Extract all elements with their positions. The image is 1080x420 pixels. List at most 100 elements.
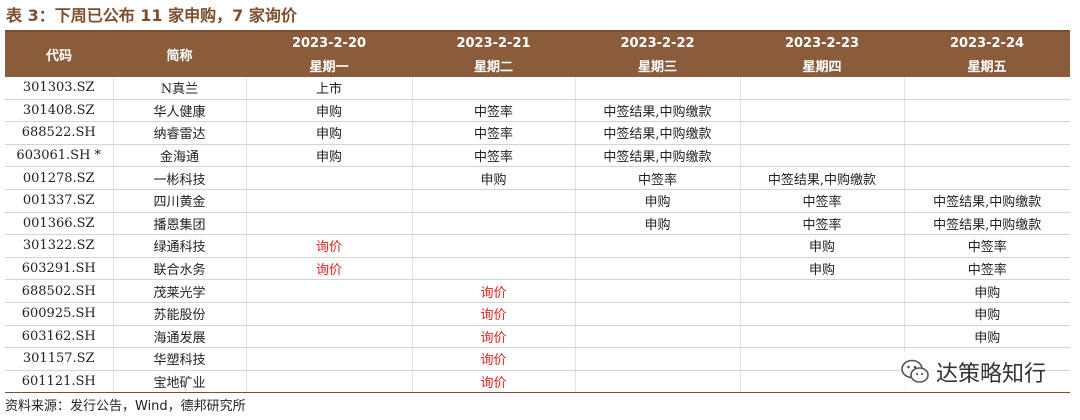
stock-code: 001366.SZ <box>5 212 114 236</box>
schedule-cell: 询价 <box>412 302 576 326</box>
schedule-cell: 中签结果,中购缴款 <box>575 121 741 145</box>
schedule-cell <box>246 370 413 394</box>
header-date: 2023-2-23 <box>740 32 904 55</box>
schedule-cell: 中签率 <box>412 144 576 168</box>
schedule-cell: 申购 <box>740 257 905 281</box>
schedule-cell: 申购 <box>246 144 413 168</box>
stock-code: 301322.SZ <box>5 234 114 258</box>
stock-code: 301303.SZ <box>5 77 114 100</box>
ipo-schedule-table: 代码 简称 2023-2-20 2023-2-21 2023-2-22 2023… <box>5 32 1070 394</box>
stock-name: 海通发展 <box>113 325 247 349</box>
schedule-cell <box>740 302 905 326</box>
schedule-cell <box>412 234 576 258</box>
schedule-cell <box>740 370 905 394</box>
stock-code: 001337.SZ <box>5 189 114 213</box>
stock-code: 688502.SH <box>5 279 114 303</box>
schedule-cell: 询价 <box>412 279 576 303</box>
header-name: 简称 <box>113 32 246 77</box>
schedule-cell: 申购 <box>904 279 1070 303</box>
schedule-cell: 中签率 <box>904 257 1070 281</box>
stock-name: N真兰 <box>113 77 247 100</box>
schedule-cell <box>575 370 741 394</box>
stock-code: 603162.SH <box>5 325 114 349</box>
table-row: 301322.SZ 绿通科技 询价 申购 中签率 <box>5 234 1070 258</box>
stock-name: 联合水务 <box>113 257 247 281</box>
schedule-cell <box>575 347 741 371</box>
header-date: 2023-2-21 <box>412 32 575 55</box>
schedule-cell <box>412 257 576 281</box>
schedule-cell <box>246 166 413 190</box>
schedule-cell <box>904 121 1070 145</box>
header-weekday: 星期五 <box>904 54 1070 77</box>
schedule-cell <box>246 212 413 236</box>
schedule-cell: 询价 <box>412 325 576 349</box>
schedule-cell: 申购 <box>575 189 741 213</box>
schedule-cell <box>412 77 576 100</box>
schedule-cell <box>575 234 741 258</box>
schedule-cell <box>575 257 741 281</box>
stock-name: 绿通科技 <box>113 234 247 258</box>
wechat-icon <box>901 359 929 383</box>
schedule-cell <box>246 189 413 213</box>
schedule-cell: 中签结果,中购缴款 <box>740 166 905 190</box>
schedule-cell <box>412 189 576 213</box>
stock-code: 603291.SH <box>5 257 114 281</box>
schedule-cell <box>246 279 413 303</box>
table-row: 603162.SH 海通发展 询价 申购 <box>5 325 1070 349</box>
header-weekday: 星期一 <box>246 54 412 77</box>
table-row: 603291.SH 联合水务 询价 申购 中签率 <box>5 257 1070 281</box>
schedule-cell <box>246 347 413 371</box>
schedule-cell <box>904 166 1070 190</box>
schedule-cell <box>575 279 741 303</box>
stock-name: 苏能股份 <box>113 302 247 326</box>
schedule-cell <box>575 77 741 100</box>
header-date: 2023-2-24 <box>904 32 1070 55</box>
schedule-cell: 询价 <box>246 234 413 258</box>
watermark-text: 达策略知行 <box>935 362 1046 387</box>
stock-name: 宝地矿业 <box>113 370 247 394</box>
table-row: 301408.SZ 华人健康 申购 中签率 中签结果,中购缴款 <box>5 99 1070 123</box>
table-row: 688522.SH 纳睿雷达 申购 中签率 中签结果,中购缴款 <box>5 121 1070 145</box>
stock-code: 603061.SH * <box>5 144 114 168</box>
stock-code: 601121.SH <box>5 370 114 394</box>
schedule-cell <box>740 347 905 371</box>
schedule-cell: 中签率 <box>575 166 741 190</box>
table-row: 688502.SH 茂莱光学 询价 申购 <box>5 279 1070 303</box>
schedule-cell <box>740 77 905 100</box>
schedule-cell: 中签率 <box>412 121 576 145</box>
schedule-cell <box>740 325 905 349</box>
schedule-cell: 中签结果,中购缴款 <box>904 189 1070 213</box>
schedule-cell: 中签结果,中购缴款 <box>904 212 1070 236</box>
schedule-cell <box>904 144 1070 168</box>
source-note: 资料来源：发行公告，Wind，德邦研究所 <box>5 399 246 414</box>
header-date: 2023-2-22 <box>575 32 740 55</box>
header-date: 2023-2-20 <box>246 32 412 55</box>
schedule-cell <box>740 121 905 145</box>
schedule-cell: 询价 <box>246 257 413 281</box>
header-code: 代码 <box>5 32 113 77</box>
schedule-cell <box>246 325 413 349</box>
stock-name: 纳睿雷达 <box>113 121 247 145</box>
stock-name: 四川黄金 <box>113 189 247 213</box>
stock-code: 001278.SZ <box>5 166 114 190</box>
header-weekday: 星期二 <box>412 54 575 77</box>
schedule-cell: 申购 <box>412 166 576 190</box>
stock-code: 688522.SH <box>5 121 114 145</box>
stock-code: 301408.SZ <box>5 99 114 123</box>
schedule-cell: 中签率 <box>904 234 1070 258</box>
table-row: 600925.SH 苏能股份 询价 申购 <box>5 302 1070 326</box>
stock-name: 华塑科技 <box>113 347 247 371</box>
stock-name: 金海通 <box>113 144 247 168</box>
schedule-cell <box>904 99 1070 123</box>
header-row-dates: 代码 简称 2023-2-20 2023-2-21 2023-2-22 2023… <box>5 32 1070 77</box>
schedule-cell: 申购 <box>740 234 905 258</box>
schedule-cell: 申购 <box>904 302 1070 326</box>
schedule-cell: 中签率 <box>740 189 905 213</box>
wechat-watermark: 达策略知行 <box>899 352 1046 392</box>
schedule-cell: 申购 <box>246 99 413 123</box>
schedule-cell: 中签率 <box>740 212 905 236</box>
header-weekday: 星期三 <box>575 54 740 77</box>
schedule-cell: 询价 <box>412 347 576 371</box>
schedule-cell: 中签结果,中购缴款 <box>575 99 741 123</box>
schedule-cell <box>412 212 576 236</box>
